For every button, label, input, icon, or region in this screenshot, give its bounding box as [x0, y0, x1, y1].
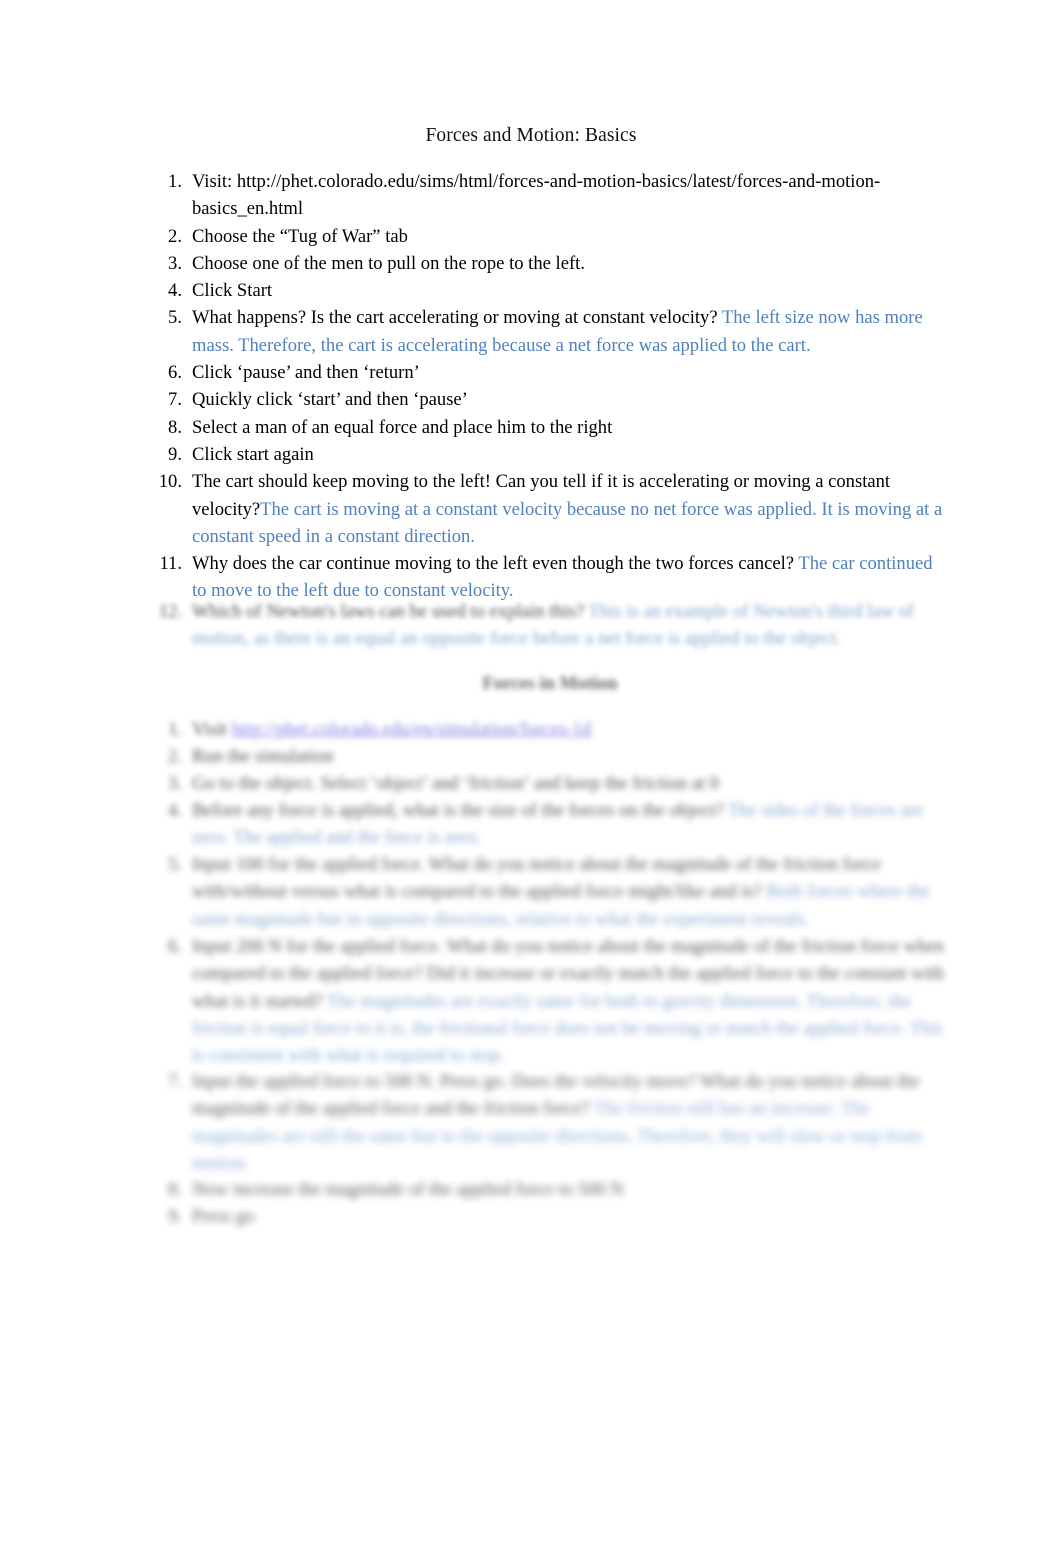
blurred-item-12: 12. Which of Newton's laws can be used to…: [150, 598, 950, 653]
list-item: 9. Click start again: [150, 441, 950, 468]
list-item-prompt: Which of Newton's laws can be used to ex…: [192, 601, 589, 622]
list-item: 4. Click Start: [150, 277, 950, 304]
list-item-prompt: Go to the object. Select ‘object’ and ‘f…: [192, 773, 719, 794]
blurred-list-item: 4. Before any force is applied, what is t…: [150, 797, 950, 852]
document-page: Forces and Motion: Basics 1. Visit: http:…: [0, 0, 1062, 1561]
list-item-number: 5.: [168, 854, 182, 875]
list-item-number: 4.: [168, 280, 182, 302]
list-item-number: 12.: [158, 601, 182, 622]
list-item-number: 2.: [168, 225, 182, 247]
list-item: 2. Choose the “Tug of War” tab: [150, 223, 950, 250]
list-item-number: 6.: [168, 362, 182, 384]
list-item-prompt: Visit: [192, 719, 232, 740]
list-item-prompt: Click Start: [192, 280, 273, 302]
blurred-list-item: 8. Now increase the magnitude of the appl…: [150, 1176, 950, 1203]
list-item-number: 1.: [168, 171, 182, 192]
list-item-prompt: Click ‘pause’ and then ‘return’: [192, 362, 420, 384]
blurred-list-item: 3. Go to the object. Select ‘object’ and …: [150, 770, 950, 797]
blurred-list-item: 1. Visit http://phet.colorado.edu/en/simu…: [150, 716, 950, 743]
list-item: 8. Select a man of an equal force and pla…: [150, 414, 950, 441]
list-item: 6. Click ‘pause’ and then ‘return’: [150, 359, 950, 386]
list-item-number: 3.: [168, 773, 182, 794]
instructions-list-one: 1. Visit: http://phet.colorado.edu/sims/h…: [150, 168, 950, 605]
blurred-list-item: 2. Run the simulation: [150, 743, 950, 770]
list-item-number: 7.: [168, 1071, 182, 1092]
list-item: 1. Visit: http://phet.colorado.edu/sims/h…: [150, 168, 950, 223]
external-link[interactable]: http://phet.colorado.edu/en/simulation/f…: [232, 719, 591, 740]
blurred-list-item: 6. Input 200 N for the applied force. Wha…: [150, 933, 950, 1069]
list-item-prompt: Now increase the magnitude of the applie…: [192, 1179, 624, 1200]
list-item: 11. Why does the car continue moving to t…: [150, 550, 950, 605]
list-item-prompt: What happens? Is the cart accelerating o…: [192, 307, 722, 329]
list-item-number: 8.: [168, 416, 182, 438]
list-item-prompt: Press go: [192, 1206, 255, 1227]
list-item-number: 2.: [168, 746, 182, 767]
list-item-prompt: Select a man of an equal force and place…: [192, 416, 613, 438]
list-item-prompt: Quickly click ‘start’ and then ‘pause’: [192, 389, 468, 411]
list-item-number: 6.: [168, 936, 182, 957]
list-item-number: 7.: [168, 389, 182, 411]
blurred-list-item: 7. Input the applied force to 500 N. Pres…: [150, 1068, 950, 1177]
list-item-number: 10.: [158, 471, 182, 493]
page-title: Forces and Motion: Basics: [425, 125, 637, 146]
list-item-number: 1.: [168, 719, 182, 740]
list-item-number: 8.: [168, 1179, 182, 1200]
list-item-prompt: Choose the “Tug of War” tab: [192, 225, 408, 247]
blurred-section-heading: Forces in Motion: [150, 670, 950, 697]
list-item: 10. The cart should keep moving to the le…: [150, 468, 950, 550]
list-item-number: 5.: [168, 307, 182, 329]
list-item-number: 11.: [159, 553, 182, 575]
list-item-prompt: Click start again: [192, 443, 314, 465]
list-item-answer: The cart is moving at a constant velocit…: [192, 498, 943, 547]
list-item-number: 9.: [168, 1206, 182, 1227]
blurred-list-item: 5. Input 100 for the applied force. What …: [150, 851, 950, 933]
list-item-prompt: Visit: http://phet.colorado.edu/sims/htm…: [192, 171, 881, 220]
list-item-prompt: Run the simulation: [192, 746, 334, 767]
list-item-number: 4.: [168, 800, 182, 821]
list-item: 7. Quickly click ‘start’ and then ‘pause’: [150, 386, 950, 413]
blurred-list-item: 9. Press go: [150, 1203, 950, 1230]
list-item-prompt: Choose one of the men to pull on the rop…: [192, 252, 585, 274]
list-item-number: 3.: [168, 252, 182, 274]
blurred-lower-section: 12. Which of Newton's laws can be used to…: [0, 598, 1062, 1258]
list-item-prompt: Why does the car continue moving to the …: [192, 553, 799, 575]
list-item: 5. What happens? Is the cart accelerating…: [150, 304, 950, 359]
list-item-number: 9.: [168, 443, 182, 465]
list-item: 3. Choose one of the men to pull on the r…: [150, 250, 950, 277]
list-item-prompt: Before any force is applied, what is the…: [192, 800, 728, 821]
section-heading-text: Forces in Motion: [482, 673, 618, 694]
